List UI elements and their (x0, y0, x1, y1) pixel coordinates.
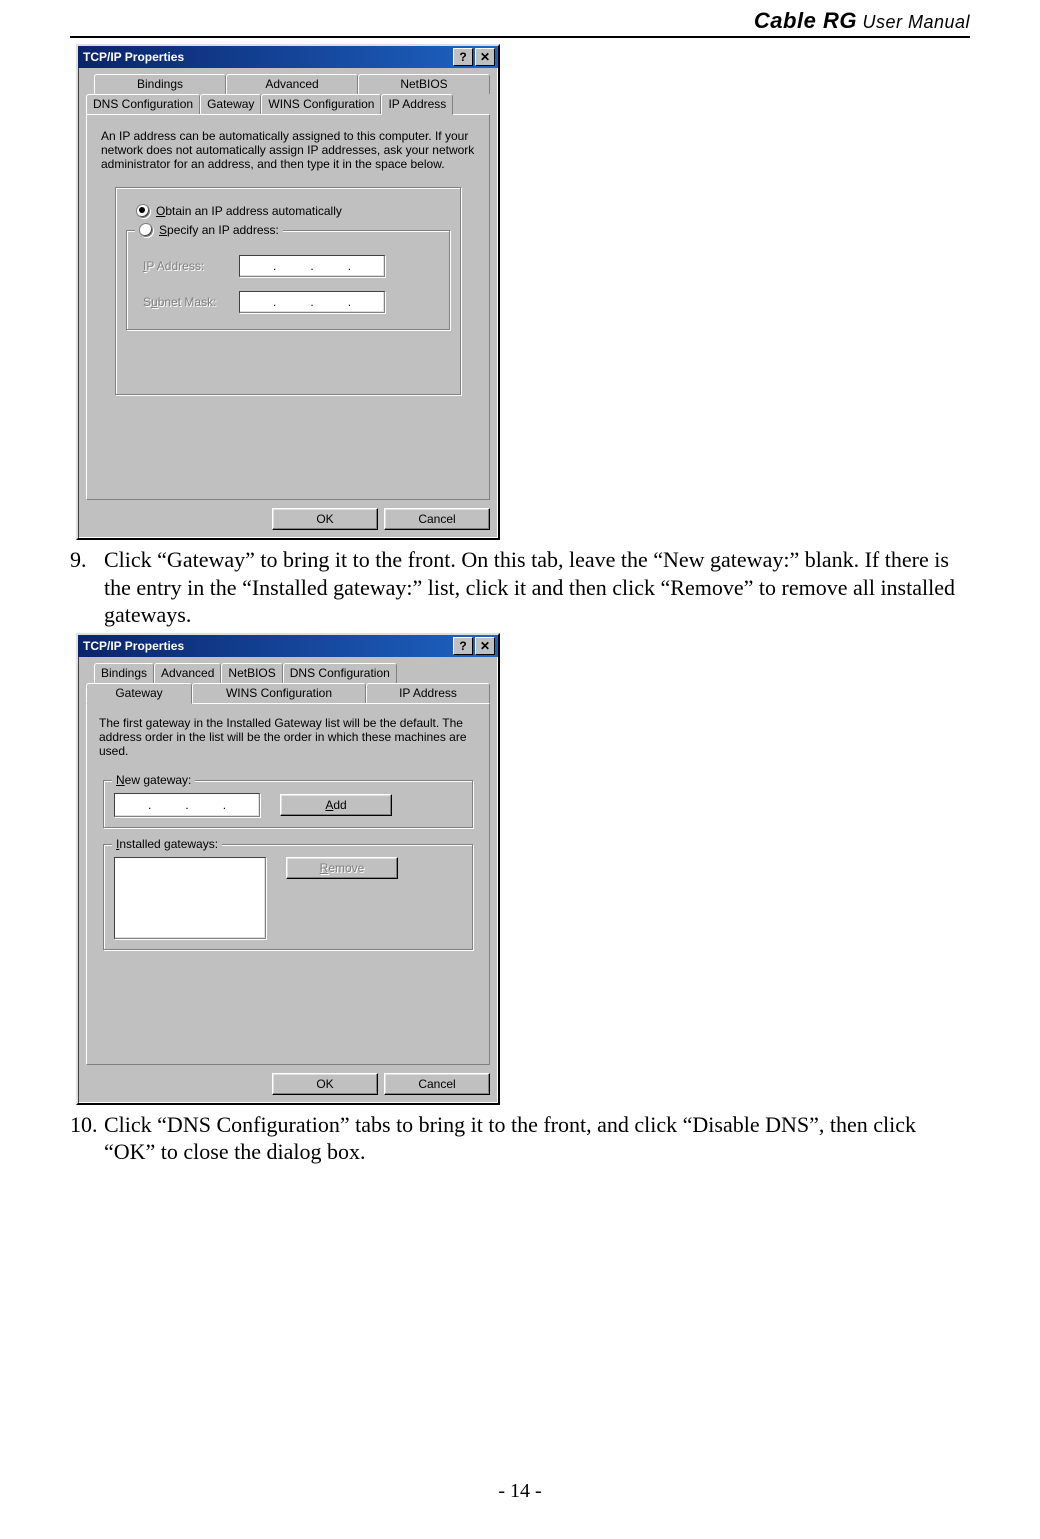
titlebar[interactable]: TCP/IP Properties ? ✕ (78, 635, 498, 657)
dialog-title: TCP/IP Properties (81, 50, 451, 64)
installed-gateways-label: Installed gateways: (112, 837, 222, 851)
help-button[interactable]: ? (453, 48, 473, 66)
step-9: 9. Click “Gateway” to bring it to the fr… (70, 546, 970, 629)
ok-button[interactable]: OK (272, 508, 378, 530)
new-gateway-field[interactable]: ... (114, 793, 260, 817)
tab-ip-address[interactable]: IP Address (381, 94, 453, 115)
ip-info-text: An IP address can be automatically assig… (101, 129, 475, 171)
ok-button[interactable]: OK (272, 1073, 378, 1095)
step-10: 10. Click “DNS Configuration” tabs to br… (70, 1111, 970, 1166)
radio-obtain-auto-label: Obtain an IP address automatically (156, 204, 342, 218)
tab-bindings[interactable]: Bindings (94, 663, 154, 683)
tab-dns-config[interactable]: DNS Configuration (283, 663, 397, 683)
radio-specify-ip-label: Specify an IP address: (159, 223, 279, 237)
tcpip-dialog-gateway: TCP/IP Properties ? ✕ Bindings Advanced … (76, 633, 500, 1105)
close-button[interactable]: ✕ (475, 48, 495, 66)
ip-address-field[interactable]: ... (239, 255, 385, 277)
help-button[interactable]: ? (453, 637, 473, 655)
tab-advanced[interactable]: Advanced (154, 663, 221, 683)
remove-button[interactable]: Remove (286, 857, 398, 879)
tcpip-dialog-ipaddress: TCP/IP Properties ? ✕ Bindings Advanced … (76, 44, 500, 540)
radio-obtain-auto[interactable] (136, 204, 150, 218)
tab-netbios[interactable]: NetBIOS (358, 74, 490, 94)
tab-gateway[interactable]: Gateway (200, 94, 261, 114)
close-button[interactable]: ✕ (475, 637, 495, 655)
radio-specify-ip[interactable] (139, 223, 153, 237)
step-text: Click “Gateway” to bring it to the front… (104, 546, 970, 629)
tab-wins-config[interactable]: WINS Configuration (261, 94, 381, 114)
add-button[interactable]: Add (280, 794, 392, 816)
tab-wins-config[interactable]: WINS Configuration (192, 683, 366, 703)
header-subtitle: User Manual (857, 12, 970, 32)
step-number: 10. (70, 1111, 104, 1166)
installed-gateways-list[interactable] (114, 857, 266, 939)
header-product: Cable RG (754, 8, 857, 33)
ip-address-label: IP Address: (143, 259, 239, 273)
tab-bindings[interactable]: Bindings (94, 74, 226, 94)
tab-dns-config[interactable]: DNS Configuration (86, 94, 200, 114)
tab-ip-address[interactable]: IP Address (366, 683, 490, 703)
dialog-title: TCP/IP Properties (81, 639, 451, 653)
titlebar[interactable]: TCP/IP Properties ? ✕ (78, 46, 498, 68)
step-number: 9. (70, 546, 104, 629)
step-text: Click “DNS Configuration” tabs to bring … (104, 1111, 970, 1166)
page-number: - 14 - (0, 1480, 1040, 1503)
subnet-mask-label: Subnet Mask: (143, 295, 239, 309)
tab-gateway[interactable]: Gateway (86, 683, 192, 704)
tab-netbios[interactable]: NetBIOS (221, 663, 282, 683)
subnet-mask-field[interactable]: ... (239, 291, 385, 313)
tab-advanced[interactable]: Advanced (226, 74, 358, 94)
cancel-button[interactable]: Cancel (384, 508, 490, 530)
gateway-info-text: The first gateway in the Installed Gatew… (99, 716, 477, 758)
new-gateway-label: New gateway: (112, 773, 195, 787)
page-header: Cable RG User Manual (70, 8, 970, 38)
cancel-button[interactable]: Cancel (384, 1073, 490, 1095)
